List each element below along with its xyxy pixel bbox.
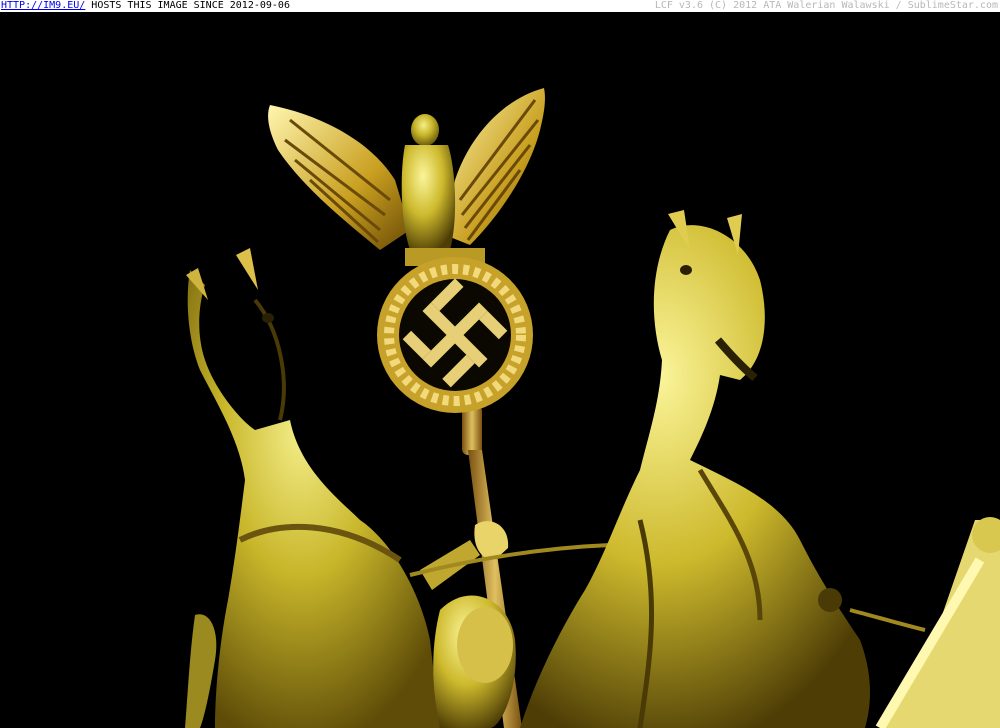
wreath-emblem	[377, 257, 533, 413]
image-frame: HTTP://IM9.EU/ HOSTS THIS IMAGE SINCE 20…	[0, 0, 1000, 728]
site-link[interactable]: HTTP://IM9.EU/	[1, 0, 85, 12]
watermark-left: HTTP://IM9.EU/ HOSTS THIS IMAGE SINCE 20…	[0, 0, 290, 12]
hosts-text: HOSTS THIS IMAGE SINCE 2012-09-06	[91, 0, 290, 11]
credit-text: LCF v3.6 (C) 2012 ATA Walerian Walawski …	[654, 0, 998, 11]
photo-scene	[0, 12, 1000, 728]
watermark-bar: HTTP://IM9.EU/ HOSTS THIS IMAGE SINCE 20…	[0, 0, 1000, 12]
